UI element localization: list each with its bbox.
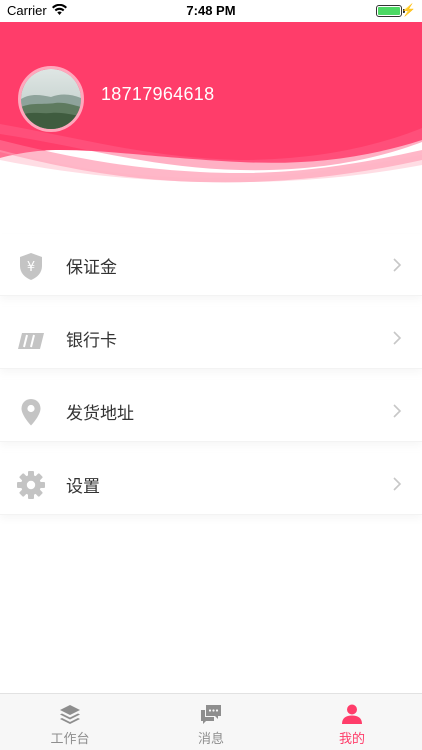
user-phone-number: 18717964618	[101, 84, 215, 104]
tab-label-workbench: 工作台	[50, 732, 90, 747]
tab-messages[interactable]: 消息	[141, 694, 281, 750]
profile-header: 18717964618	[0, 0, 422, 185]
chevron-right-icon	[393, 404, 402, 418]
tab-workbench[interactable]: 工作台	[0, 694, 140, 750]
menu-label-bank-card: 银行卡	[66, 331, 117, 351]
tab-label-messages: 消息	[197, 732, 224, 747]
avatar-landscape-image	[21, 69, 81, 129]
menu-label-settings: 设置	[66, 477, 100, 497]
chevron-right-icon	[393, 477, 402, 491]
svg-text:¥: ¥	[27, 260, 35, 275]
menu-item-shipping-address[interactable]: 发货地址	[0, 380, 422, 442]
chevron-right-icon	[393, 258, 402, 272]
chevron-right-icon	[393, 331, 402, 345]
menu-label-deposit: 保证金	[66, 258, 117, 278]
deposit-shield-yen-icon: ¥	[20, 253, 42, 280]
avatar[interactable]	[18, 66, 84, 132]
tab-label-mine: 我的	[338, 732, 365, 747]
location-pin-icon	[21, 399, 41, 426]
status-bar: Carrier 7:48 PM ⚡	[0, 0, 422, 22]
menu-item-bank-card[interactable]: 银行卡	[0, 307, 422, 369]
menu-item-deposit[interactable]: ¥ 保证金	[0, 234, 422, 296]
chat-bubbles-icon	[201, 705, 221, 724]
layers-icon	[60, 705, 80, 724]
battery-icon	[376, 5, 402, 17]
menu-item-settings[interactable]: 设置	[0, 453, 422, 515]
menu-label-shipping-address: 发货地址	[66, 404, 134, 424]
tab-mine[interactable]: 我的	[282, 694, 422, 750]
gear-icon	[17, 471, 45, 499]
user-icon	[342, 704, 362, 724]
status-time: 7:48 PM	[186, 3, 236, 18]
bank-card-icon	[18, 333, 44, 349]
charging-bolt-icon: ⚡	[401, 3, 416, 17]
bottom-tab-bar: 工作台 消息 我的	[0, 693, 422, 750]
